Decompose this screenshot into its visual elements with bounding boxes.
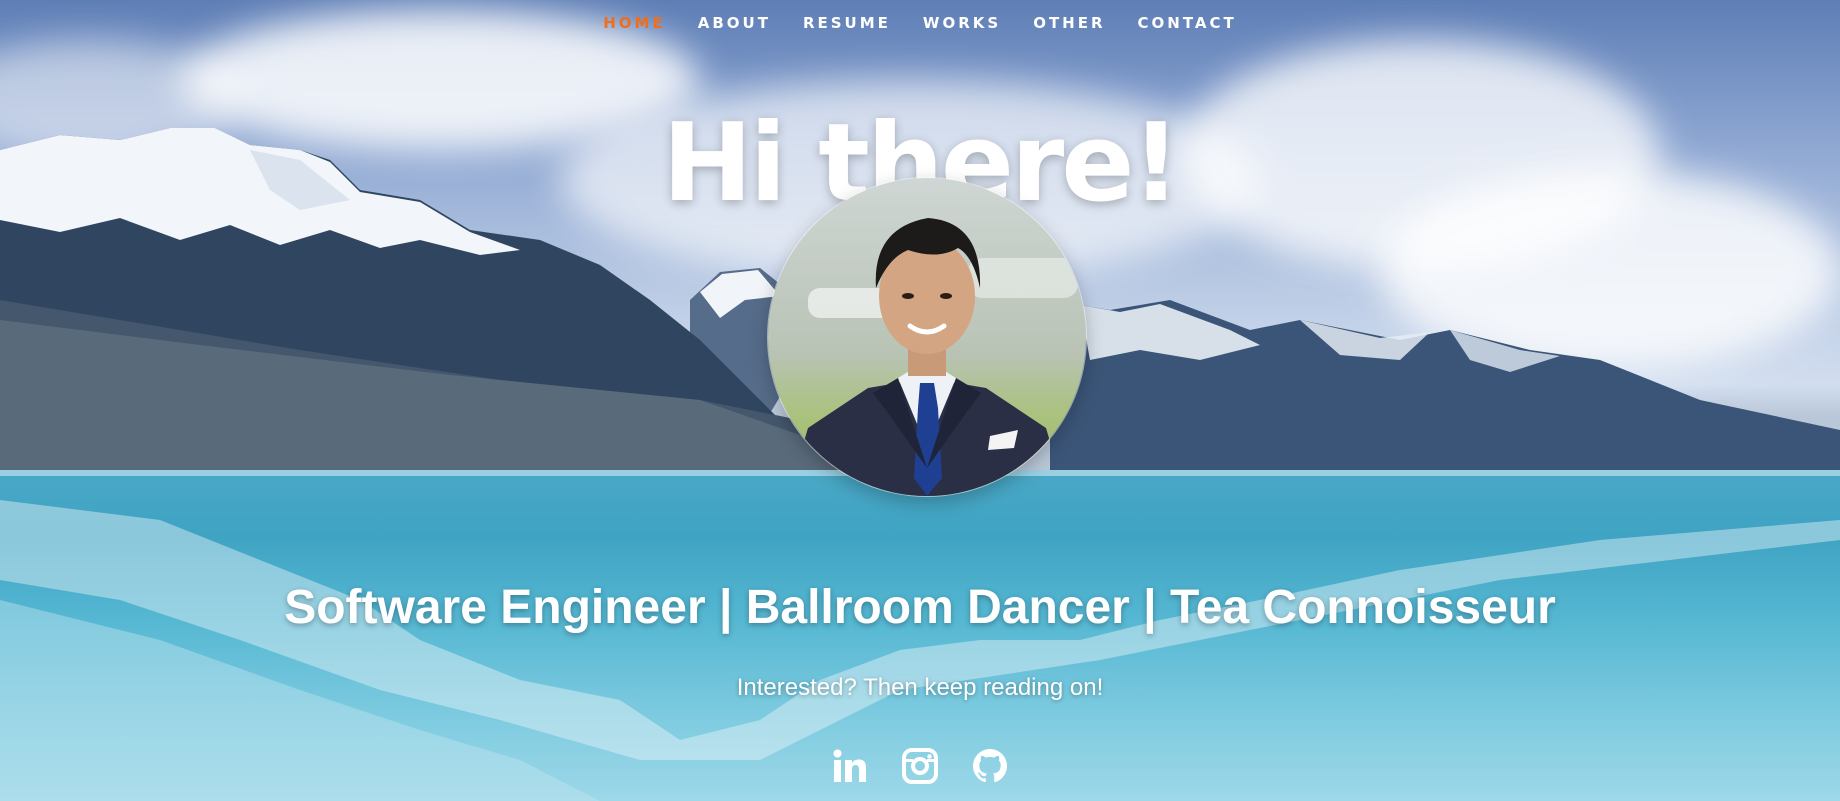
- avatar: [768, 178, 1086, 496]
- nav-works[interactable]: WORKS: [907, 14, 1017, 32]
- github-link[interactable]: [972, 748, 1008, 784]
- linkedin-icon: [833, 749, 866, 782]
- profile-photo: [768, 178, 1086, 496]
- nav-other[interactable]: OTHER: [1017, 14, 1121, 32]
- main-nav: HOME ABOUT RESUME WORKS OTHER CONTACT: [0, 14, 1840, 32]
- instagram-link[interactable]: [902, 748, 938, 784]
- call-to-action: Interested? Then keep reading on!: [736, 674, 1104, 701]
- nav-resume[interactable]: RESUME: [787, 14, 907, 32]
- tagline: Software Engineer | Ballroom Dancer | Te…: [284, 580, 1556, 634]
- github-icon: [973, 749, 1007, 783]
- linkedin-link[interactable]: [832, 748, 868, 784]
- nav-contact[interactable]: CONTACT: [1122, 14, 1253, 32]
- nav-about[interactable]: ABOUT: [682, 14, 787, 32]
- social-links: [0, 748, 1840, 784]
- instagram-icon: [902, 748, 938, 784]
- nav-home[interactable]: HOME: [587, 14, 681, 32]
